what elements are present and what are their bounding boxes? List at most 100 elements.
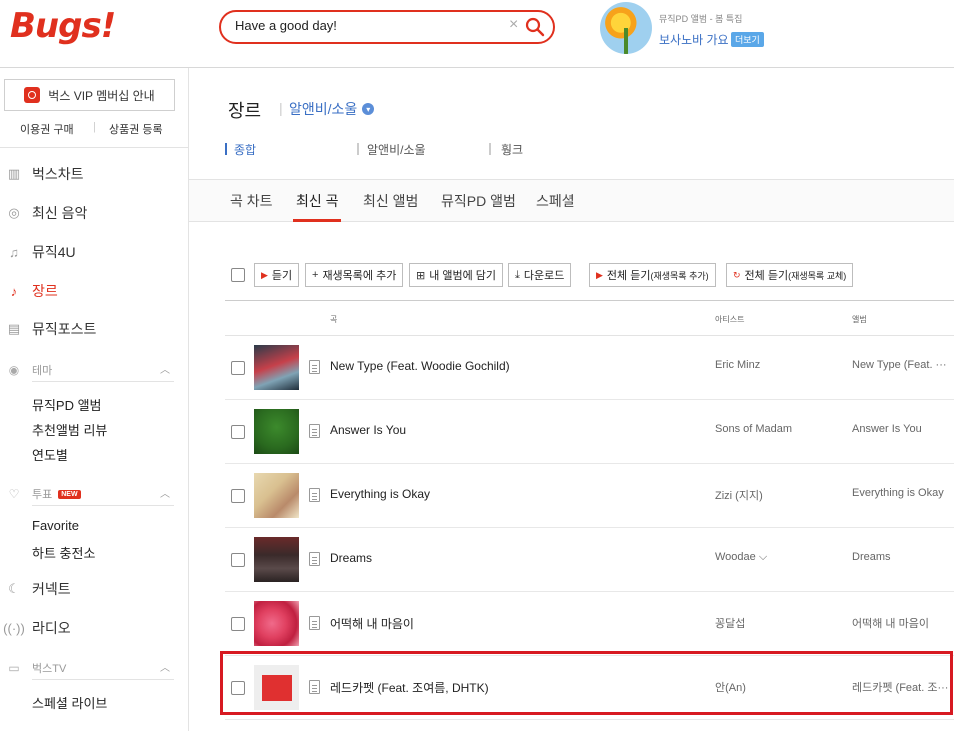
tv-icon: ▭	[8, 661, 20, 675]
song-title[interactable]: Dreams	[330, 551, 372, 565]
album-art[interactable]	[254, 665, 299, 710]
chevron-up-icon[interactable]: ︿	[160, 361, 170, 376]
song-album[interactable]: New Type (Feat. ···	[852, 359, 954, 371]
tab-musicpd-albums[interactable]: 뮤직PD 앨범	[441, 191, 516, 211]
promo-more-button[interactable]: 더보기	[731, 32, 764, 47]
table-row[interactable]: 레드카펫 (Feat. 조여름, DHTK) 안(An) 레드카펫 (Feat.…	[225, 656, 954, 720]
lyrics-icon[interactable]	[309, 488, 320, 502]
row-checkbox[interactable]	[231, 681, 245, 695]
lyrics-icon[interactable]	[309, 360, 320, 374]
row-checkbox[interactable]	[231, 425, 245, 439]
section-vote[interactable]: ♡ 투표 NEW ︿	[0, 482, 189, 506]
song-title[interactable]: Answer Is You	[330, 423, 406, 437]
row-checkbox[interactable]	[231, 489, 245, 503]
sidebar-subitem-review[interactable]: 추천앨범 리뷰	[32, 420, 107, 439]
row-checkbox[interactable]	[231, 361, 245, 375]
song-album[interactable]: 레드카펫 (Feat. 조···	[852, 679, 954, 695]
table-row[interactable]: Everything is Okay Zizi (지지) Everything …	[225, 464, 954, 528]
listen-label: 듣기	[271, 270, 293, 282]
song-artist[interactable]: 안(An)	[715, 679, 746, 695]
song-album[interactable]: Dreams	[852, 551, 954, 563]
row-checkbox[interactable]	[231, 617, 245, 631]
search-box[interactable]: ×	[219, 10, 555, 44]
lyrics-icon[interactable]	[309, 680, 320, 694]
album-art[interactable]	[254, 601, 299, 646]
heart-icon: ♡	[8, 487, 20, 501]
album-art[interactable]	[254, 409, 299, 454]
tab-new-albums[interactable]: 최신 앨범	[363, 191, 418, 211]
listen-button[interactable]: ▶ 듣기	[254, 263, 300, 287]
bugs-logo[interactable]: Bugs!	[10, 6, 116, 46]
song-album[interactable]: Everything is Okay	[852, 487, 954, 499]
search-input[interactable]	[235, 18, 495, 33]
sidebar-item-label: 장르	[32, 283, 58, 299]
promo-image[interactable]	[600, 2, 652, 54]
table-row[interactable]: New Type (Feat. Woodie Gochild) Eric Min…	[225, 336, 954, 400]
sidebar-item-chart[interactable]: ▥ 벅스차트	[0, 162, 189, 186]
vip-membership-button[interactable]: 벅스 VIP 멤버십 안내	[4, 79, 175, 111]
sidebar-item-genre[interactable]: ♪ 장르	[0, 279, 189, 303]
tab-song-chart[interactable]: 곡 차트	[230, 191, 273, 211]
filter-funk[interactable]: 훵크	[501, 141, 523, 158]
song-title[interactable]: 레드카펫 (Feat. 조여름, DHTK)	[330, 679, 489, 696]
divider: |	[93, 121, 96, 133]
album-add-icon: ⊞	[416, 269, 426, 282]
chevron-up-icon[interactable]: ︿	[160, 659, 170, 674]
promo-title-link[interactable]: 보사노바 가요	[659, 31, 729, 48]
section-theme[interactable]: ◉ 테마 ︿	[0, 358, 189, 382]
section-bugs-tv[interactable]: ▭ 벅스TV ︿	[0, 656, 189, 680]
song-album[interactable]: Answer Is You	[852, 423, 954, 435]
chevron-down-icon[interactable]: ▾	[362, 103, 375, 115]
sidebar-subitem-favorite[interactable]: Favorite	[32, 518, 79, 533]
table-row[interactable]: 어떡해 내 마음이 꽁달섭 어떡해 내 마음이	[225, 592, 954, 656]
genre-selector[interactable]: | 알앤비/소울 ▾	[279, 99, 375, 119]
song-album[interactable]: 어떡해 내 마음이	[852, 615, 954, 631]
add-to-playlist-button[interactable]: + 재생목록에 추가	[305, 263, 404, 287]
filter-rnb-soul[interactable]: 알앤비/소울	[367, 141, 426, 158]
sidebar-item-new-music[interactable]: ◎ 최신 음악	[0, 201, 189, 225]
row-checkbox[interactable]	[231, 553, 245, 567]
select-all-checkbox[interactable]	[231, 268, 245, 282]
chevron-up-icon[interactable]: ︿	[160, 485, 170, 500]
tab-special[interactable]: 스페셜	[536, 191, 575, 211]
album-art[interactable]	[254, 345, 299, 390]
song-artist[interactable]: Zizi (지지)	[715, 487, 763, 503]
song-title[interactable]: 어떡해 내 마음이	[330, 615, 414, 632]
add-to-my-album-button[interactable]: ⊞ 내 앨범에 담기	[409, 263, 504, 287]
song-artist[interactable]: 꽁달섭	[715, 615, 745, 631]
sidebar-subitem-special-live[interactable]: 스페셜 라이브	[32, 693, 107, 712]
connect-icon: ☾	[8, 581, 20, 596]
download-button[interactable]: ⤓ 다운로드	[508, 263, 572, 287]
table-row[interactable]: Answer Is You Sons of Madam Answer Is Yo…	[225, 400, 954, 464]
album-art[interactable]	[254, 537, 299, 582]
table-row[interactable]: Dreams Woodae ⌵ Dreams	[225, 528, 954, 592]
lyrics-icon[interactable]	[309, 424, 320, 438]
register-coupon-link[interactable]: 상품권 등록	[109, 121, 163, 137]
sidebar-item-connect[interactable]: ☾ 커넥트	[0, 577, 189, 601]
song-artist[interactable]: Woodae ⌵	[715, 551, 767, 564]
filter-overall[interactable]: 종합	[234, 141, 256, 158]
listen-all-replace-button[interactable]: ↻ 전체 듣기 (재생목록 교체)	[726, 263, 854, 287]
song-title[interactable]: New Type (Feat. Woodie Gochild)	[330, 359, 510, 373]
tab-new-songs[interactable]: 최신 곡	[296, 191, 339, 211]
clear-icon[interactable]: ×	[509, 16, 518, 34]
song-title[interactable]: Everything is Okay	[330, 487, 430, 501]
sidebar-subitem-by-year[interactable]: 연도별	[32, 445, 68, 464]
lyrics-icon[interactable]	[309, 552, 320, 566]
song-artist[interactable]: Eric Minz	[715, 359, 760, 371]
sidebar-subitem-heart-charge[interactable]: 하트 충전소	[32, 543, 95, 562]
buy-ticket-link[interactable]: 이용권 구매	[20, 121, 74, 137]
bugs-vip-icon	[24, 87, 41, 103]
lyrics-icon[interactable]	[309, 616, 320, 630]
song-artist[interactable]: Sons of Madam	[715, 423, 792, 435]
search-icon[interactable]	[525, 17, 545, 37]
theme-icon: ◉	[8, 363, 20, 377]
sidebar-subitem-musicpd[interactable]: 뮤직PD 앨범	[32, 395, 102, 414]
sidebar-item-musicpost[interactable]: ▤ 뮤직포스트	[0, 317, 189, 341]
divider	[32, 679, 174, 680]
album-art[interactable]	[254, 473, 299, 518]
sidebar-item-music4u[interactable]: ♫ 뮤직4U	[0, 240, 189, 264]
section-label: 벅스TV	[32, 663, 67, 675]
listen-all-add-button[interactable]: ▶ 전체 듣기 (재생목록 추가)	[589, 263, 716, 287]
sidebar-item-radio[interactable]: ((·)) 라디오	[0, 616, 189, 640]
